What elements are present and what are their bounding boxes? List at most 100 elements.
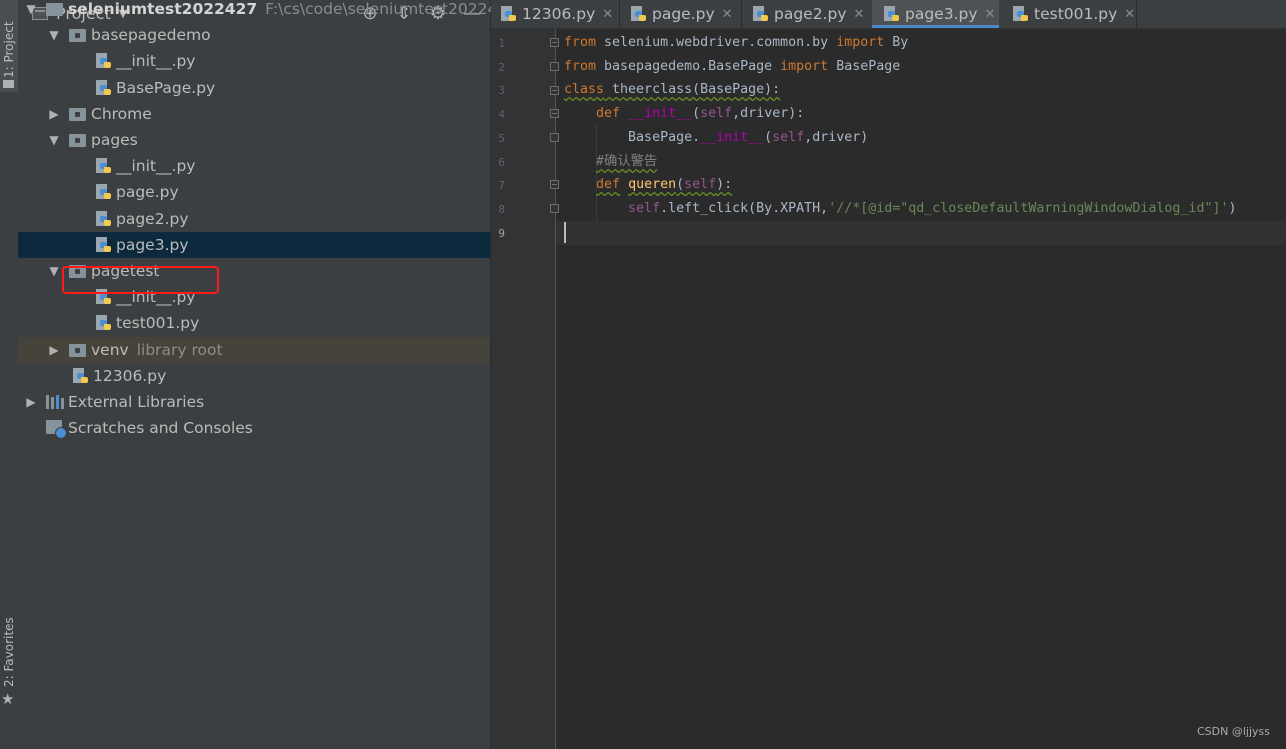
tree-item-label: seleniumtest2022427 F:\cs\code\seleniumte… (68, 0, 517, 18)
project-tool-tab-label: 1: Project (2, 21, 16, 78)
tree-item[interactable]: __init__.py (18, 48, 490, 74)
text-cursor (564, 222, 566, 243)
tree-item[interactable]: ▶ External Libraries (18, 389, 490, 415)
folder-icon (46, 3, 63, 16)
chevron-down-icon[interactable]: ▼ (48, 28, 60, 42)
tree-item-label: Scratches and Consoles (68, 419, 253, 437)
chevron-down-icon[interactable]: ▼ (48, 264, 60, 278)
folder-icon (69, 343, 86, 357)
tree-item[interactable]: page2.py (18, 206, 490, 232)
highlight-annotation (62, 266, 219, 294)
line-number: 6 (498, 156, 505, 169)
fold-marker-icon[interactable] (550, 109, 559, 118)
tree-item-name: page3.py (116, 235, 189, 254)
close-icon[interactable]: ✕ (1124, 7, 1135, 22)
tab-divider (619, 0, 620, 28)
code-content[interactable]: from selenium.webdriver.common.by import… (564, 29, 1237, 216)
tree-item-name: seleniumtest2022427 (68, 0, 258, 18)
tree-item-name: Scratches and Consoles (68, 419, 253, 438)
tree-item-label: Chrome (91, 105, 152, 123)
tree-item-label: page.py (116, 183, 179, 201)
tree-item-name: __init__.py (116, 52, 196, 71)
fold-marker-icon[interactable] (550, 62, 559, 71)
chevron-right-icon[interactable]: ▶ (48, 107, 60, 121)
tree-item[interactable]: ▼ pages (18, 127, 490, 153)
line-number: 1 (498, 37, 505, 50)
python-file-icon (884, 6, 900, 22)
tree-item[interactable]: __init__.py (18, 153, 490, 179)
line-number: 8 (498, 203, 505, 216)
chevron-right-icon[interactable]: ▶ (48, 343, 60, 357)
tree-item-label: pages (91, 131, 138, 149)
tab-label: page2.py (774, 5, 847, 23)
python-file-icon (96, 315, 112, 331)
tree-item[interactable]: Scratches and Consoles (18, 415, 490, 441)
tree-item[interactable]: ▶ Chrome (18, 101, 490, 127)
tree-item-path: library root (136, 340, 223, 359)
tab-label: page3.py (905, 5, 978, 23)
tab-test001-py[interactable]: test001.py ✕ (1013, 0, 1135, 28)
tree-item-label: venv library root (91, 341, 223, 359)
favorites-tool-tab-label: 2: Favorites (2, 617, 16, 687)
tree-item-name: 12306.py (93, 366, 167, 385)
python-file-icon (73, 367, 89, 384)
tree-item[interactable]: ▶ venv library root (18, 336, 490, 363)
tree-item-name: venv (91, 340, 129, 359)
close-icon[interactable]: ✕ (602, 7, 613, 22)
tree-item-name: basepagedemo (91, 26, 211, 45)
close-icon[interactable]: ✕ (854, 7, 865, 22)
tab-12306-py[interactable]: 12306.py ✕ (501, 0, 613, 28)
line-number: 9 (498, 227, 505, 240)
code-line-5: BasePage.__init__(self,driver) (628, 130, 869, 145)
chevron-down-icon[interactable]: ▼ (25, 2, 37, 16)
tree-item[interactable]: ▼ basepagedemo (18, 22, 490, 48)
fold-marker-icon[interactable] (550, 204, 559, 213)
project-tool-tab[interactable]: 1: Project (0, 0, 18, 92)
scratch-console-icon (46, 420, 67, 440)
fold-marker-icon[interactable] (550, 180, 559, 189)
watermark: CSDN @ljjyss (1197, 725, 1270, 738)
tree-item-name: page.py (116, 183, 179, 202)
fold-marker-icon[interactable] (550, 86, 559, 95)
library-icon (46, 395, 64, 409)
chevron-right-icon[interactable]: ▶ (25, 395, 37, 409)
tree-item-label: basepagedemo (91, 26, 211, 44)
line-number: 5 (498, 132, 505, 145)
tree-item[interactable]: page3.py (18, 231, 490, 258)
python-file-icon (96, 236, 112, 253)
fold-marker-icon[interactable] (550, 38, 559, 47)
close-icon[interactable]: ✕ (722, 7, 733, 22)
tree-item-label: External Libraries (68, 393, 204, 411)
tree-item-label: 12306.py (93, 367, 166, 385)
code-line-6: #确认警告 (596, 154, 658, 169)
chevron-down-icon[interactable]: ▼ (48, 133, 60, 147)
tab-label: page.py (652, 5, 715, 23)
tree-item[interactable]: 12306.py (18, 363, 490, 389)
tree-item-name: Chrome (91, 104, 152, 123)
fold-marker-icon[interactable] (550, 133, 559, 142)
code-line-4: def __init__(self,driver): (596, 106, 805, 121)
code-line-3: class theerclass(BasePage): (564, 82, 781, 97)
code-line-1: from selenium.webdriver.common.by import… (564, 35, 909, 50)
tree-item-path: F:\cs\code\seleniumtest2022427 (265, 0, 518, 18)
python-file-icon (631, 6, 647, 22)
tree-item-name: test001.py (116, 314, 200, 333)
tree-item[interactable]: test001.py (18, 310, 490, 336)
tree-item-label: __init__.py (116, 157, 195, 175)
tab-divider (1136, 0, 1137, 28)
tab-page2-py[interactable]: page2.py ✕ (753, 0, 864, 28)
tree-item[interactable]: BasePage.py (18, 75, 490, 101)
line-number: 7 (498, 179, 505, 192)
tab-page-py[interactable]: page.py ✕ (631, 0, 733, 28)
close-icon[interactable]: ✕ (985, 7, 996, 22)
tree-item-label: page2.py (116, 210, 189, 228)
editor-tab-bar: 12306.py ✕ page.py ✕ page2.py ✕ page3.py… (491, 0, 1286, 29)
tree-item[interactable]: page.py (18, 179, 490, 205)
tree-item-name: page2.py (116, 209, 189, 228)
tree-item[interactable]: ▼ seleniumtest2022427 F:\cs\code\seleniumt… (18, 0, 517, 22)
code-editor[interactable]: 1 2 3 4 5 6 7 8 9 from selenium.webdrive… (491, 29, 1286, 749)
caret-row-highlight (491, 221, 1286, 245)
tab-page3-py[interactable]: page3.py ✕ (872, 0, 999, 28)
tab-divider (741, 0, 742, 28)
favorites-star-icon: ★ (1, 690, 15, 708)
